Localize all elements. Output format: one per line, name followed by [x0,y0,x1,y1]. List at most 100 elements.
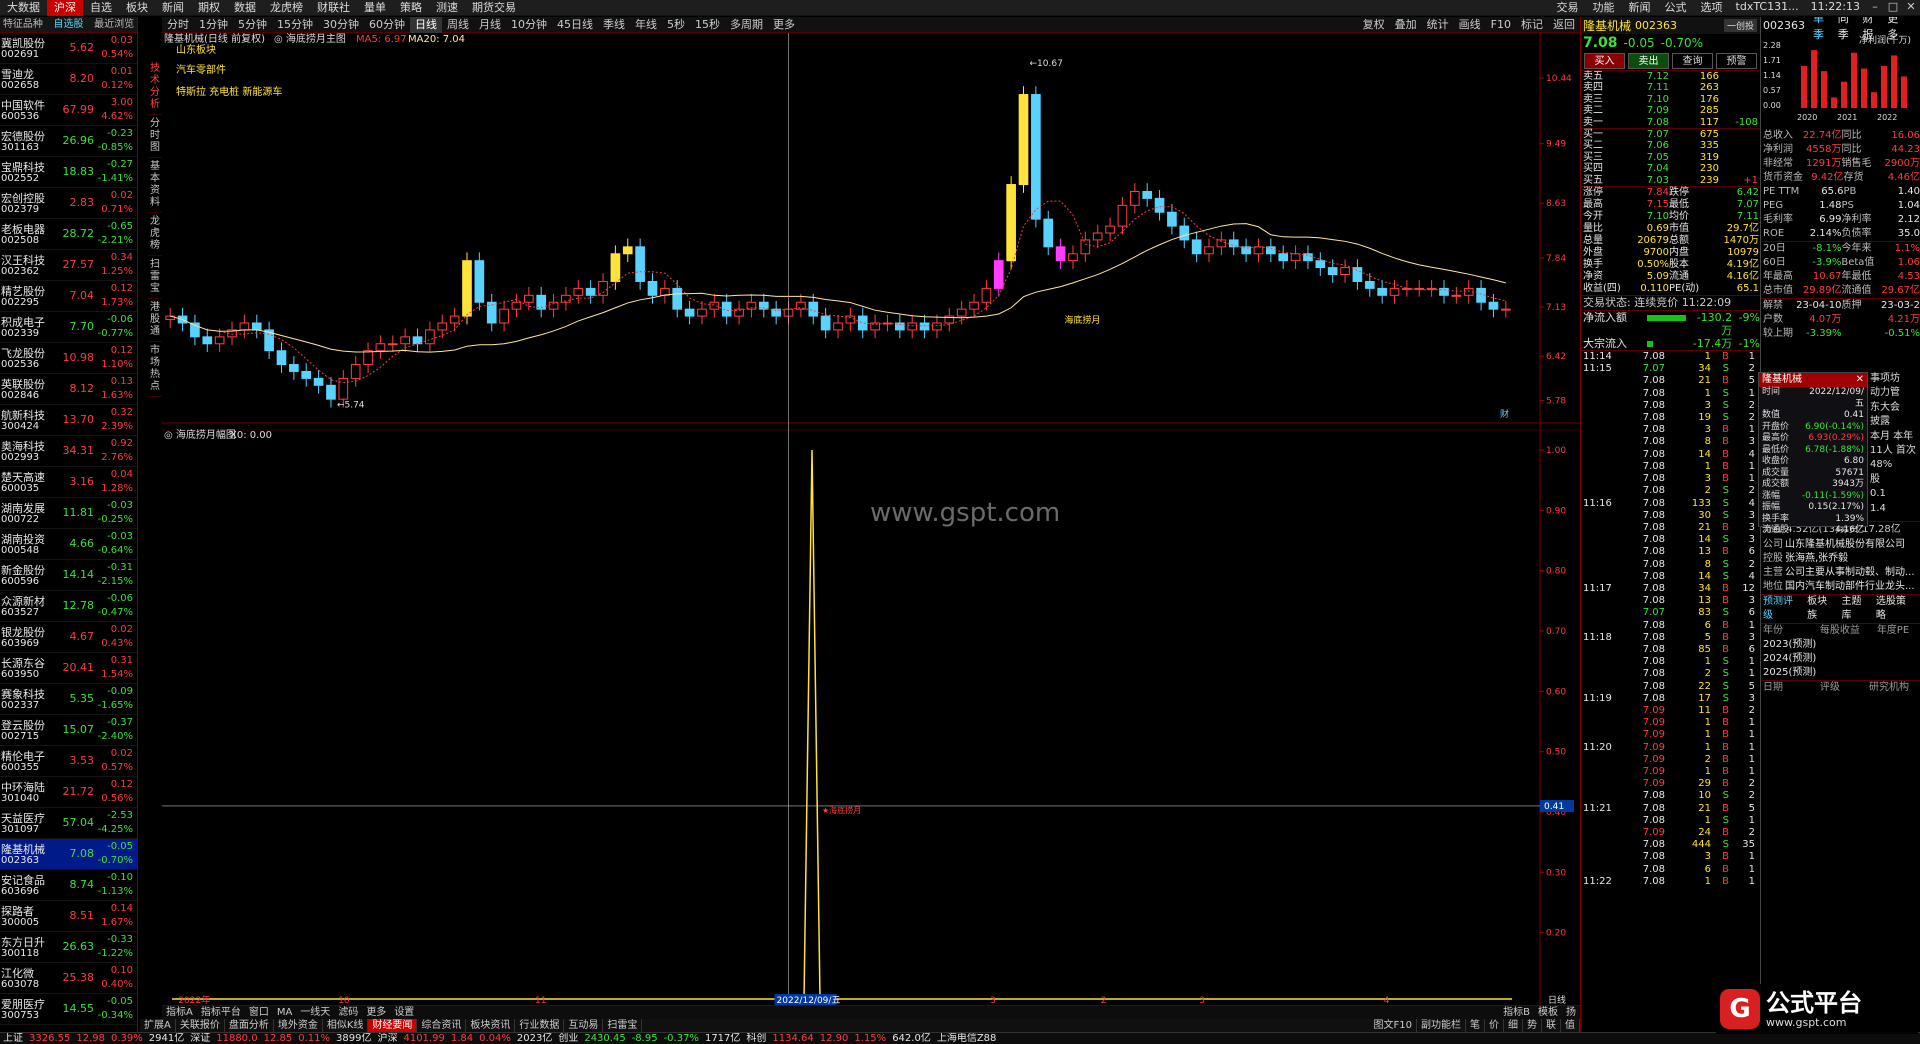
period-item[interactable]: 年线 [630,17,662,33]
indicator-tab[interactable]: 指标平台 [197,1006,245,1019]
detail-tab[interactable]: 细 [1504,1019,1523,1032]
watchlist-row[interactable]: 雪迪龙 002658 8.20 0.01 0.12% [0,64,137,95]
top-menu-item[interactable]: 沪深 [47,0,83,16]
watchlist-row[interactable]: 安记食品 603696 8.74 -0.10 -1.13% [0,870,137,901]
watchlist-row[interactable]: 汉王科技 002362 27.57 0.34 1.25% [0,250,137,281]
vertical-tab[interactable]: 技术分析 [148,60,162,115]
extension-tab[interactable]: 图文F10 [1370,1019,1417,1032]
indicator-tab[interactable]: 指标A [162,1006,197,1019]
period-item[interactable]: 周线 [442,17,474,33]
watchlist-tab[interactable]: 最近浏览 [91,17,137,32]
watchlist-row[interactable]: 江化微 603078 25.38 0.10 0.40% [0,963,137,994]
indicator-tab[interactable]: MA [273,1006,296,1019]
indicator-tab[interactable]: 指标B [1499,1006,1534,1019]
watchlist-row[interactable]: 登云股份 002715 15.07 -0.37 -2.40% [0,715,137,746]
extension-tab[interactable]: 财经要闻 [368,1019,418,1032]
order-book-row[interactable]: 买三 7.05 319 [1581,152,1760,163]
period-item[interactable]: 45日线 [552,17,598,33]
watchlist-row[interactable]: 精伦电子 600355 3.53 0.02 0.57% [0,746,137,777]
detail-tab[interactable]: 值 [1561,1019,1580,1032]
order-book-row[interactable]: 卖五 7.12 166 [1581,71,1760,83]
period-item[interactable]: 15分钟 [272,17,318,33]
detail-tab[interactable]: 联 [1542,1019,1561,1032]
detail-tab[interactable]: 笔 [1466,1019,1485,1032]
period-item[interactable]: 10分钟 [506,17,552,33]
extension-tab[interactable]: 扫雷宝 [603,1019,643,1032]
watchlist-row[interactable]: 奥海科技 002993 34.31 0.92 2.76% [0,436,137,467]
order-book-row[interactable]: 买四 7.04 230 [1581,163,1760,174]
period-item[interactable]: 日线 [410,16,442,33]
vertical-tab[interactable]: 龙虎榜 [148,213,162,256]
close-icon[interactable]: ✕ [1902,0,1920,13]
extension-tab[interactable]: 关联报价 [176,1019,225,1032]
watchlist-row[interactable]: 冀凯股份 002691 5.62 0.03 0.54% [0,33,137,64]
watchlist-row[interactable]: 银龙股份 603969 4.67 0.02 0.43% [0,622,137,653]
close-icon[interactable]: ✕ [1856,373,1864,387]
period-item[interactable]: 季线 [598,17,630,33]
top-menu-item[interactable]: 财联社 [310,0,357,16]
watchlist-row[interactable]: 英联股份 002846 8.12 0.13 1.63% [0,374,137,405]
extension-tab[interactable]: 行业数据 [515,1019,565,1032]
watchlist-row[interactable]: 精艺股份 002295 7.04 0.12 1.73% [0,281,137,312]
watchlist-row[interactable]: 赛象科技 002337 5.35 -0.09 -1.65% [0,684,137,715]
extension-tab[interactable]: 副功能栏 [1417,1019,1466,1032]
period-item[interactable]: 60分钟 [364,17,410,33]
watchlist-row[interactable]: 积成电子 002339 7.70 -0.06 -0.77% [0,312,137,343]
top-right-item[interactable]: 选项 [1694,0,1730,16]
chart-tool[interactable]: 复权 [1358,17,1390,33]
top-menu-item[interactable]: 自选 [83,0,119,16]
watchlist-row[interactable]: 宝鼎科技 002552 18.83 -0.27 -1.41% [0,157,137,188]
prediction-tab[interactable]: 主题库 [1842,595,1871,623]
top-right-item[interactable]: 功能 [1586,0,1622,16]
period-item[interactable]: 更多 [768,17,800,33]
order-book-row[interactable]: 卖二 7.09 285 [1581,105,1760,116]
watchlist-row[interactable]: 中环海陆 301040 21.72 0.12 0.56% [0,777,137,808]
watchlist-row[interactable]: 新金股份 600596 14.14 -0.31 -2.15% [0,560,137,591]
period-item[interactable]: 分时 [162,17,194,33]
watchlist-row[interactable]: 众源新材 603527 12.78 -0.06 -0.47% [0,591,137,622]
order-book-row[interactable]: 买二 7.06 335 [1581,140,1760,151]
trade-button[interactable]: 卖出 [1628,53,1669,69]
order-book-row[interactable]: 卖三 7.10 176 [1581,94,1760,105]
extension-tab[interactable]: 板块资讯 [466,1019,516,1032]
extension-tab[interactable]: 互动易 [564,1019,604,1032]
top-menu-item[interactable]: 龙虎榜 [263,0,310,16]
indicator-tab[interactable]: 扬 [1562,1006,1580,1019]
extension-tab[interactable]: 相似K线 [323,1019,369,1032]
order-book-row[interactable]: 卖一 7.08 117 -108 [1581,117,1760,128]
minimize-icon[interactable]: – [1866,0,1884,13]
indicator-tab[interactable]: 滤码 [334,1006,362,1019]
order-book-row[interactable]: 买五 7.03 239 +1 [1581,175,1760,186]
watchlist-row[interactable]: 湖南发展 000722 11.81 -0.03 -0.25% [0,498,137,529]
watchlist-row[interactable]: 湖南投资 000548 4.66 -0.03 -0.64% [0,529,137,560]
order-book-row[interactable]: 卖四 7.11 263 [1581,82,1760,93]
period-item[interactable]: 多周期 [725,17,768,33]
period-item[interactable]: 30分钟 [318,17,364,33]
tick-list[interactable]: 11:14 7.08 1 B 1 11:15 7.07 34 S 2 7.08 21 B 5 7.08 1 S 1… [1581,350,1760,888]
top-menu-item[interactable]: 测速 [429,0,465,16]
top-menu-item[interactable]: 期权 [191,0,227,16]
period-item[interactable]: 5秒 [662,17,690,33]
top-menu-item[interactable]: 量单 [357,0,393,16]
watchlist-row[interactable]: 宏创控股 002379 2.83 0.02 0.71% [0,188,137,219]
top-menu-item[interactable]: 大数据 [0,0,47,16]
top-menu-item[interactable]: 板块 [119,0,155,16]
chart-tool[interactable]: 统计 [1422,17,1454,33]
extension-tab[interactable]: 盘面分析 [225,1019,274,1032]
maximize-icon[interactable]: □ [1884,0,1902,13]
watchlist-row[interactable]: 航新科技 300424 13.70 0.32 2.39% [0,405,137,436]
watchlist-tab[interactable]: 特征品种 [0,17,46,32]
prediction-tab[interactable]: 预测评级 [1763,595,1802,623]
watchlist-row[interactable]: 楚天高速 600035 3.16 0.04 1.28% [0,467,137,498]
broker-button[interactable]: 一创投 [1723,19,1757,32]
chart-tool[interactable]: 返回 [1548,17,1580,33]
indicator-tab[interactable]: 模板 [1534,1006,1562,1019]
watchlist-row[interactable]: 飞龙股份 002536 10.98 0.12 1.10% [0,343,137,374]
watchlist-row[interactable]: 老板电器 002508 28.72 -0.65 -2.21% [0,219,137,250]
watchlist-row[interactable]: 隆基机械 002363 7.08 -0.05 -0.70% [0,839,137,870]
detail-tab[interactable]: 价 [1485,1019,1504,1032]
watchlist-row[interactable]: 探路者 300005 8.51 0.14 1.67% [0,901,137,932]
prediction-tab[interactable]: 选股策略 [1876,595,1915,623]
indicator-tab[interactable]: 更多 [362,1006,390,1019]
top-right-item[interactable]: 公式 [1658,0,1694,16]
